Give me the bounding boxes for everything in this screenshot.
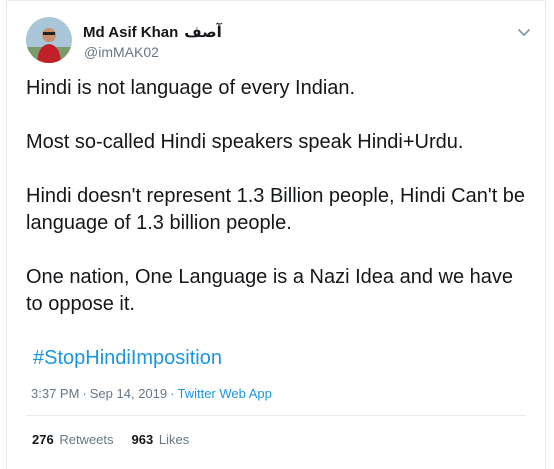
chevron-down-icon[interactable] — [515, 23, 533, 41]
meta-separator: · — [170, 386, 175, 401]
tweet-card: Md Asif Khan آصف @imMAK02 Hindi is not l… — [6, 0, 546, 469]
tweet-paragraph: Hindi doesn't represent 1.3 Billion peop… — [26, 185, 526, 234]
retweets-stat[interactable]: 276 Retweets — [32, 432, 114, 447]
avatar[interactable] — [26, 17, 72, 63]
divider — [26, 415, 526, 416]
tweet-date[interactable]: Sep 14, 2019 — [90, 386, 167, 401]
tweet-source-link[interactable]: Twitter Web App — [177, 386, 271, 401]
author-name-row[interactable]: Md Asif Khan آصف — [83, 23, 222, 42]
tweet-stats: 276 Retweets 963 Likes — [32, 432, 189, 447]
author-name-alt[interactable]: آصف — [184, 23, 222, 41]
likes-stat[interactable]: 963 Likes — [132, 432, 190, 447]
author-name[interactable]: Md Asif Khan — [83, 24, 178, 41]
likes-count: 963 — [131, 432, 154, 447]
likes-label: Likes — [158, 432, 190, 447]
author-handle[interactable]: @imMAK02 — [84, 44, 159, 60]
tweet-paragraph: One nation, One Language is a Nazi Idea … — [26, 266, 514, 315]
tweet-time[interactable]: 3:37 PM — [31, 386, 79, 401]
hashtag-link[interactable]: #StopHindiImposition — [33, 347, 222, 370]
meta-separator: · — [82, 386, 87, 401]
retweets-label: Retweets — [59, 432, 114, 447]
tweet-paragraph: Most so-called Hindi speakers speak Hind… — [26, 131, 464, 153]
tweet-paragraph: Hindi is not language of every Indian. — [26, 77, 356, 99]
retweets-count: 276 — [32, 432, 54, 447]
tweet-meta: 3:37 PM · Sep 14, 2019 · Twitter Web App — [31, 386, 272, 401]
tweet-text: Hindi is not language of every Indian. M… — [26, 75, 526, 345]
